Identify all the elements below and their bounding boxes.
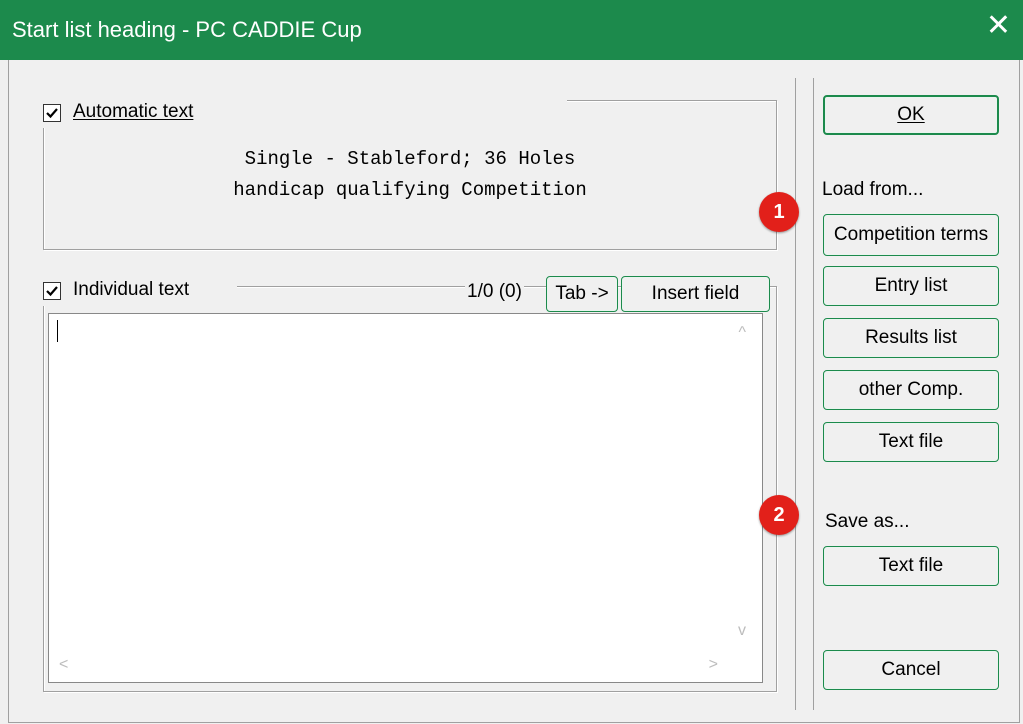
close-icon[interactable]: ✕ [986,11,1011,41]
scroll-right-icon[interactable]: > [709,656,718,674]
other-comp-button[interactable]: other Comp. [823,370,999,410]
individual-text-label: Individual text [73,279,190,300]
scroll-down-icon[interactable]: v [738,622,746,640]
pane-divider [795,78,796,710]
checkmark-icon [46,108,58,119]
automatic-text-label: Automatic text [73,101,194,122]
individual-text-checkbox[interactable] [43,282,61,300]
load-text-file-button[interactable]: Text file [823,422,999,462]
step-badge-1: 1 [759,192,799,232]
title-bar: Start list heading - PC CADDIE Cup ✕ [0,0,1023,60]
window-title: Start list heading - PC CADDIE Cup [12,17,362,42]
save-as-label: Save as... [825,511,910,532]
results-list-button[interactable]: Results list [823,318,999,358]
automatic-text-checkbox[interactable] [43,104,61,122]
automatic-text-caption[interactable]: Automatic text [39,100,567,128]
pane-divider-right [813,78,814,710]
step-badge-2: 2 [759,495,799,535]
cancel-button[interactable]: Cancel [823,650,999,690]
entry-list-button[interactable]: Entry list [823,266,999,306]
text-caret [57,320,58,342]
scroll-up-icon[interactable]: ^ [738,324,746,342]
individual-text-caption[interactable]: Individual text [39,278,237,306]
load-from-label: Load from... [822,179,924,200]
competition-terms-button[interactable]: Competition terms [823,214,999,256]
automatic-text-line-1: Single - Stableford; 36 Holes [244,148,576,170]
individual-text-editor[interactable]: ^ v < > [48,313,763,683]
automatic-text-line-2: handicap qualifying Competition [233,179,587,201]
scroll-left-icon[interactable]: < [59,656,68,674]
tab-button[interactable]: Tab -> [546,276,618,312]
save-text-file-button[interactable]: Text file [823,546,999,586]
character-counter: 1/0 (0) [465,281,524,303]
ok-button[interactable]: OK [823,95,999,135]
insert-field-button[interactable]: Insert field [621,276,770,312]
checkmark-icon [46,286,58,297]
